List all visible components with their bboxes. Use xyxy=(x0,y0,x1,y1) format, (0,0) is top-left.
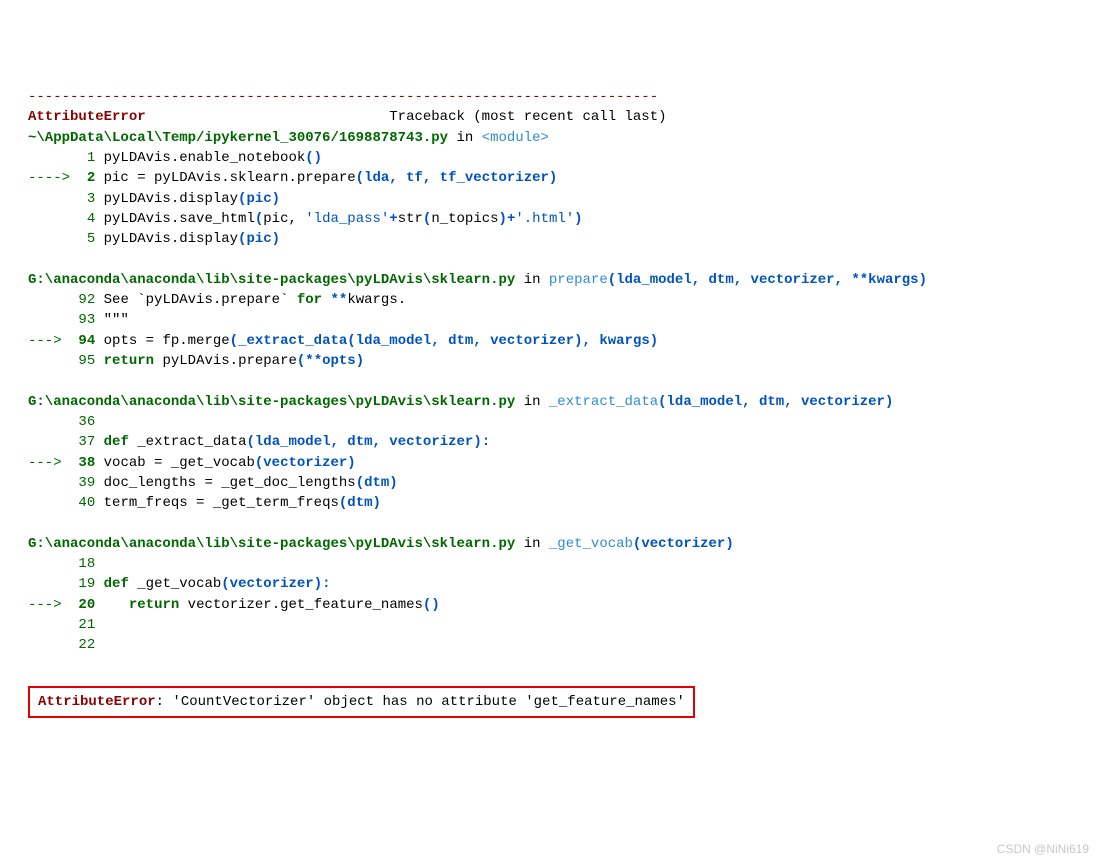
line-number: 1 xyxy=(87,150,95,166)
traceback-rule: ----------------------------------------… xyxy=(28,89,658,105)
frame-path: G:\anaconda\anaconda\lib\site-packages\p… xyxy=(28,536,515,552)
traceback-line: 21 xyxy=(28,615,1071,635)
traceback-line: 1 pyLDAvis.enable_notebook() xyxy=(28,148,1071,168)
error-message-final: : 'CountVectorizer' object has no attrib… xyxy=(156,694,685,710)
frame-func: <module> xyxy=(482,130,549,146)
frame-args: (lda_model, dtm, vectorizer, **kwargs) xyxy=(608,272,927,288)
frame-path: ~\AppData\Local\Temp/ipykernel_30076/169… xyxy=(28,130,448,146)
line-number: 3 xyxy=(87,191,95,207)
traceback-line: AttributeError Traceback (most recent ca… xyxy=(28,107,1071,127)
traceback-line: ---> 20 return vectorizer.get_feature_na… xyxy=(28,595,1071,615)
traceback-line: 22 xyxy=(28,635,1071,655)
traceback-line xyxy=(28,656,1071,676)
line-number: 18 xyxy=(78,556,95,572)
traceback-line: ---> 38 vocab = _get_vocab(vectorizer) xyxy=(28,453,1071,473)
traceback-line: 3 pyLDAvis.display(pic) xyxy=(28,189,1071,209)
line-number: 37 xyxy=(78,434,95,450)
frame-path: G:\anaconda\anaconda\lib\site-packages\p… xyxy=(28,394,515,410)
error-summary-box: AttributeError: 'CountVectorizer' object… xyxy=(28,686,695,718)
line-number: 21 xyxy=(78,617,95,633)
frame-args: (vectorizer) xyxy=(633,536,734,552)
traceback-header: Traceback (most recent call last) xyxy=(389,109,666,125)
traceback-output: ----------------------------------------… xyxy=(28,87,1071,718)
traceback-line: ---> 94 opts = fp.merge(_extract_data(ld… xyxy=(28,331,1071,351)
traceback-line: ----> 2 pic = pyLDAvis.sklearn.prepare(l… xyxy=(28,168,1071,188)
frame-func: _get_vocab xyxy=(549,536,633,552)
line-number: 20 xyxy=(78,597,95,613)
line-number: 95 xyxy=(78,353,95,369)
line-number: 5 xyxy=(87,231,95,247)
line-number: 92 xyxy=(78,292,95,308)
traceback-line: 37 def _extract_data(lda_model, dtm, vec… xyxy=(28,432,1071,452)
traceback-line: 92 See `pyLDAvis.prepare` for **kwargs. xyxy=(28,290,1071,310)
error-name-final: AttributeError xyxy=(38,694,156,710)
line-number: 94 xyxy=(78,333,95,349)
line-number: 40 xyxy=(78,495,95,511)
traceback-line: 18 xyxy=(28,554,1071,574)
traceback-line: ~\AppData\Local\Temp/ipykernel_30076/169… xyxy=(28,128,1071,148)
error-name: AttributeError xyxy=(28,109,146,125)
line-number: 19 xyxy=(78,576,95,592)
line-number: 93 xyxy=(78,312,95,328)
frame-path: G:\anaconda\anaconda\lib\site-packages\p… xyxy=(28,272,515,288)
watermark: CSDN @NiNi619 xyxy=(997,841,1089,858)
traceback-line: 39 doc_lengths = _get_doc_lengths(dtm) xyxy=(28,473,1071,493)
traceback-line: ----------------------------------------… xyxy=(28,87,1071,107)
traceback-line xyxy=(28,371,1071,391)
traceback-line: 40 term_freqs = _get_term_freqs(dtm) xyxy=(28,493,1071,513)
traceback-line: 93 """ xyxy=(28,310,1071,330)
traceback-line: 5 pyLDAvis.display(pic) xyxy=(28,229,1071,249)
line-number: 2 xyxy=(87,170,95,186)
line-number: 38 xyxy=(78,455,95,471)
traceback-line: 36 xyxy=(28,412,1071,432)
line-number: 39 xyxy=(78,475,95,491)
line-number: 36 xyxy=(78,414,95,430)
line-number: 4 xyxy=(87,211,95,227)
frame-func: prepare xyxy=(549,272,608,288)
traceback-line: 19 def _get_vocab(vectorizer): xyxy=(28,574,1071,594)
traceback-line: G:\anaconda\anaconda\lib\site-packages\p… xyxy=(28,534,1071,554)
traceback-line: G:\anaconda\anaconda\lib\site-packages\p… xyxy=(28,270,1071,290)
traceback-line: G:\anaconda\anaconda\lib\site-packages\p… xyxy=(28,392,1071,412)
traceback-line xyxy=(28,513,1071,533)
frame-args: (lda_model, dtm, vectorizer) xyxy=(658,394,893,410)
traceback-line xyxy=(28,250,1071,270)
traceback-line: 95 return pyLDAvis.prepare(**opts) xyxy=(28,351,1071,371)
traceback-line: 4 pyLDAvis.save_html(pic, 'lda_pass'+str… xyxy=(28,209,1071,229)
frame-func: _extract_data xyxy=(549,394,658,410)
